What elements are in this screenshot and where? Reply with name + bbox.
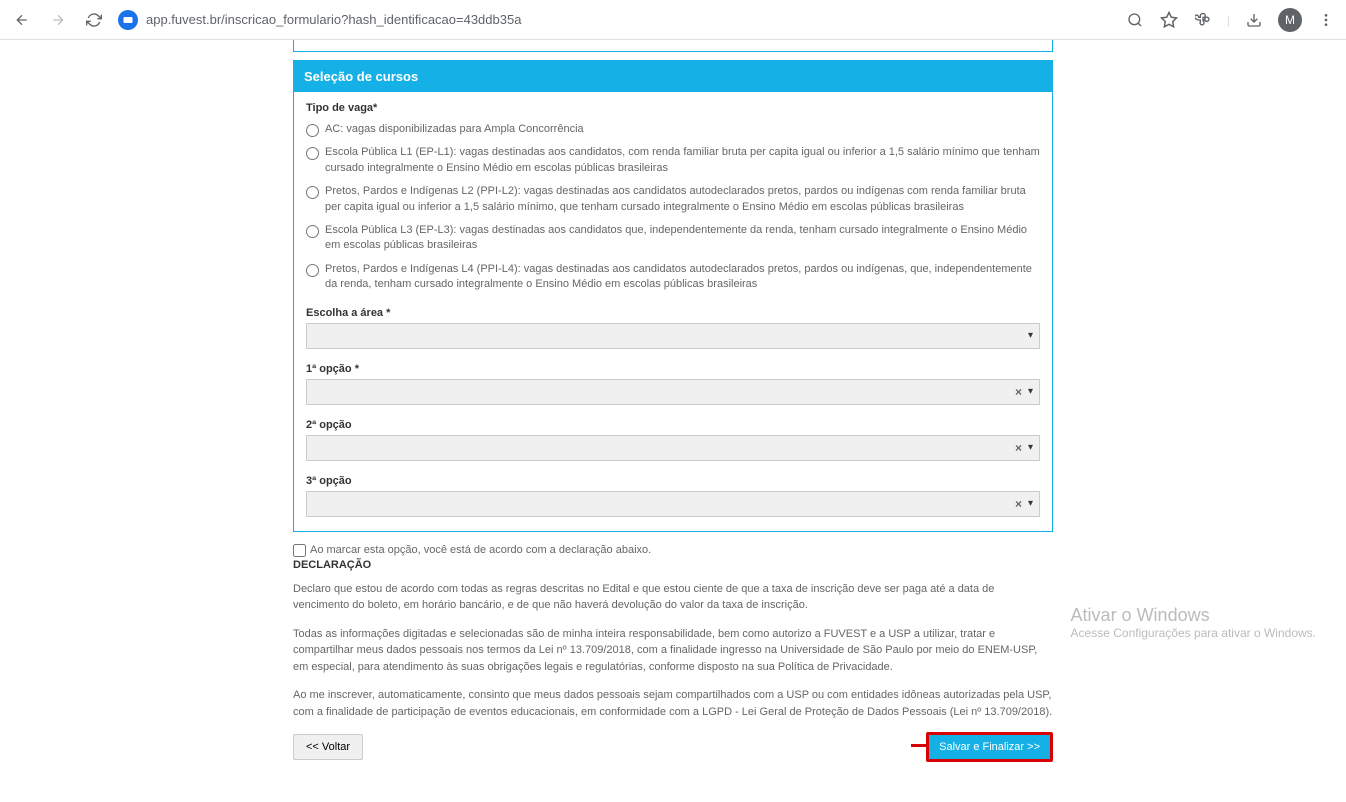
url-text: app.fuvest.br/inscricao_formulario?hash_… [146, 12, 521, 27]
declaration-title: DECLARAÇÃO [293, 559, 1053, 571]
opcao3-select[interactable]: × ▾ [306, 491, 1040, 517]
opcao2-select[interactable]: × ▾ [306, 435, 1040, 461]
profile-avatar[interactable]: M [1278, 8, 1302, 32]
course-selection-panel: Seleção de cursos Tipo de vaga* AC: vaga… [293, 60, 1053, 532]
radio-ep-l3[interactable] [306, 225, 319, 238]
reload-button[interactable] [82, 8, 106, 32]
opcao1-select[interactable]: × ▾ [306, 379, 1040, 405]
area-select[interactable]: ▾ [306, 323, 1040, 349]
downloads-icon[interactable] [1244, 10, 1264, 30]
tipo-vaga-label: Tipo de vaga* [306, 102, 1040, 114]
clear-icon[interactable]: × [1015, 497, 1022, 511]
site-identity-icon [118, 10, 138, 30]
panel-title: Seleção de cursos [294, 61, 1052, 92]
chevron-down-icon: ▾ [1028, 330, 1033, 341]
radio-ppi-l4[interactable] [306, 264, 319, 277]
radio-ppi-l2-label: Pretos, Pardos e Indígenas L2 (PPI-L2): … [325, 184, 1040, 215]
area-label: Escolha a área * [306, 307, 1040, 319]
chevron-down-icon: ▾ [1028, 498, 1033, 509]
radio-ac-label: AC: vagas disponibilizadas para Ampla Co… [325, 122, 584, 137]
address-bar[interactable]: app.fuvest.br/inscricao_formulario?hash_… [118, 10, 1113, 30]
radio-ep-l3-label: Escola Pública L3 (EP-L3): vagas destina… [325, 223, 1040, 254]
radio-ac[interactable] [306, 124, 319, 137]
agreement-checkbox[interactable] [293, 544, 306, 557]
opcao2-label: 2ª opção [306, 419, 1040, 431]
menu-icon[interactable] [1316, 10, 1336, 30]
zoom-icon[interactable] [1125, 10, 1145, 30]
opcao3-label: 3ª opção [306, 475, 1040, 487]
declaration-p2: Todas as informações digitadas e selecio… [293, 626, 1053, 676]
radio-ppi-l2[interactable] [306, 186, 319, 199]
declaration-p1: Declaro que estou de acordo com todas as… [293, 581, 1053, 614]
browser-toolbar: app.fuvest.br/inscricao_formulario?hash_… [0, 0, 1346, 40]
chevron-down-icon: ▾ [1028, 386, 1033, 397]
save-finalize-button[interactable]: Salvar e Finalizar >> [926, 732, 1053, 762]
chevron-down-icon: ▾ [1028, 442, 1033, 453]
bookmark-icon[interactable] [1159, 10, 1179, 30]
back-button[interactable] [10, 8, 34, 32]
radio-ppi-l4-label: Pretos, Pardos e Indígenas L4 (PPI-L4): … [325, 262, 1040, 293]
radio-ep-l1[interactable] [306, 147, 319, 160]
radio-ep-l1-label: Escola Pública L1 (EP-L1): vagas destina… [325, 145, 1040, 176]
extensions-icon[interactable] [1193, 10, 1213, 30]
declaration-p3: Ao me inscrever, automaticamente, consin… [293, 687, 1053, 720]
divider: | [1227, 13, 1230, 27]
back-button[interactable]: << Voltar [293, 734, 363, 760]
previous-panel-bottom [293, 40, 1053, 52]
clear-icon[interactable]: × [1015, 441, 1022, 455]
forward-button[interactable] [46, 8, 70, 32]
clear-icon[interactable]: × [1015, 385, 1022, 399]
agreement-checkbox-label: Ao marcar esta opção, você está de acord… [310, 544, 651, 556]
opcao1-label: 1ª opção * [306, 363, 1040, 375]
